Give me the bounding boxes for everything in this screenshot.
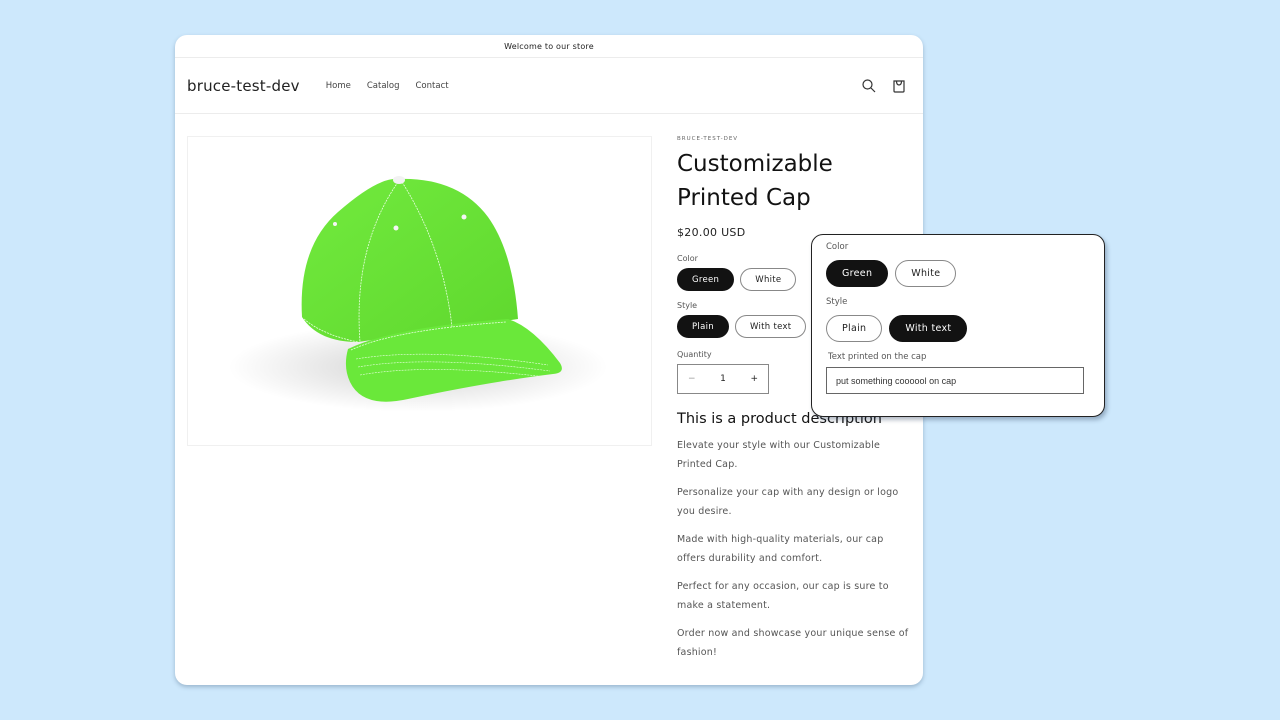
cap-text-label: Text printed on the cap xyxy=(828,352,927,362)
cart-icon[interactable] xyxy=(891,78,907,94)
product-title: Customizable Printed Cap xyxy=(677,147,912,215)
description-paragraph: Made with high-quality materials, our ca… xyxy=(677,534,884,564)
customization-callout: Color Green White Style Plain With text … xyxy=(811,234,1105,417)
nav-contact[interactable]: Contact xyxy=(416,81,449,91)
description-paragraph: Order now and showcase your unique sense… xyxy=(677,628,909,658)
quantity-increase-button[interactable]: + xyxy=(750,374,758,384)
nav-home[interactable]: Home xyxy=(326,81,351,91)
popup-color-options: Green White xyxy=(826,260,1090,287)
popup-style-option-with-text[interactable]: With text xyxy=(889,315,968,342)
color-option-green[interactable]: Green xyxy=(677,268,735,291)
description-paragraph: Personalize your cap with any design or … xyxy=(677,487,899,517)
quantity-stepper: − 1 + xyxy=(677,364,769,394)
popup-style-label: Style xyxy=(826,297,848,307)
style-option-with-text[interactable]: With text xyxy=(734,315,807,338)
description-paragraph: Perfect for any occasion, our cap is sur… xyxy=(677,581,889,611)
product-title-line1: Customizable xyxy=(677,151,833,177)
description-paragraph: Elevate your style with our Customizable… xyxy=(677,440,880,470)
header-icons xyxy=(861,78,907,94)
popup-color-option-green[interactable]: Green xyxy=(826,260,889,287)
announcement-bar: Welcome to our store xyxy=(175,35,923,58)
cap-text-input[interactable] xyxy=(826,367,1084,394)
quantity-value[interactable]: 1 xyxy=(720,374,726,384)
announcement-text: Welcome to our store xyxy=(504,41,594,51)
product-vendor: BRUCE-TEST-DEV xyxy=(677,136,739,142)
popup-color-option-white[interactable]: White xyxy=(895,260,957,287)
style-option-plain[interactable]: Plain xyxy=(677,315,729,338)
color-option-white[interactable]: White xyxy=(740,268,797,291)
cap-image xyxy=(228,176,608,412)
popup-color-label: Color xyxy=(826,242,849,252)
search-icon[interactable] xyxy=(861,78,877,94)
popup-style-options: Plain With text xyxy=(826,315,1090,342)
store-logo[interactable]: bruce-test-dev xyxy=(187,77,300,95)
product-description: Elevate your style with our Customizable… xyxy=(677,436,912,662)
site-header: bruce-test-dev Home Catalog Contact xyxy=(175,58,923,114)
product-image[interactable] xyxy=(187,136,652,446)
quantity-decrease-button[interactable]: − xyxy=(688,374,696,384)
product-title-line2: Printed Cap xyxy=(677,185,811,211)
nav-catalog[interactable]: Catalog xyxy=(367,81,400,91)
main-nav: Home Catalog Contact xyxy=(326,81,449,91)
popup-style-option-plain[interactable]: Plain xyxy=(826,315,883,342)
